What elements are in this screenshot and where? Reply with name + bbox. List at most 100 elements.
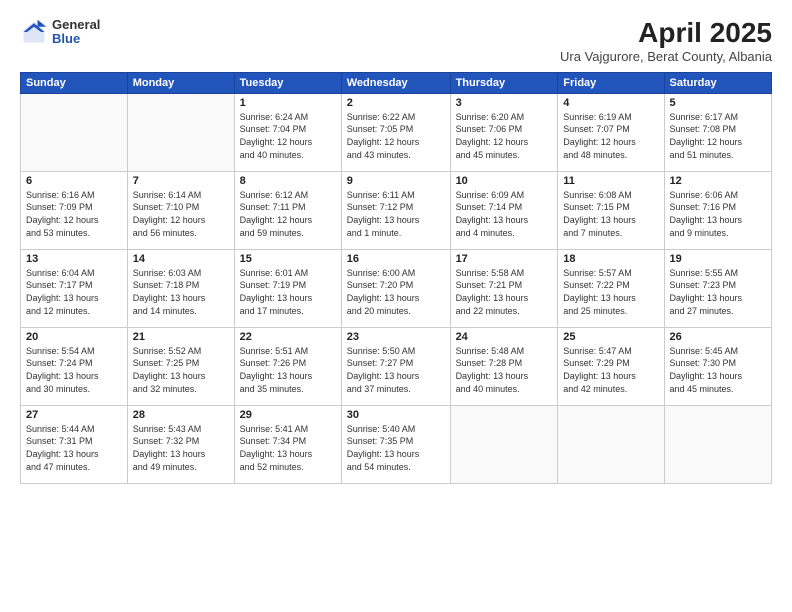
calendar-week-4: 20 Sunrise: 5:54 AM Sunset: 7:24 PM Dayli… bbox=[21, 327, 772, 405]
calendar-cell bbox=[127, 93, 234, 171]
day-number: 7 bbox=[133, 175, 229, 187]
day-info: Sunrise: 5:58 AM Sunset: 7:21 PM Dayligh… bbox=[456, 267, 553, 317]
calendar-cell: 8 Sunrise: 6:12 AM Sunset: 7:11 PM Daylig… bbox=[234, 171, 341, 249]
day-info: Sunrise: 6:11 AM Sunset: 7:12 PM Dayligh… bbox=[347, 189, 445, 239]
day-number: 25 bbox=[563, 331, 658, 343]
day-info: Sunrise: 5:47 AM Sunset: 7:29 PM Dayligh… bbox=[563, 345, 658, 395]
day-number: 24 bbox=[456, 331, 553, 343]
logo-text: General Blue bbox=[52, 18, 100, 47]
logo-blue: Blue bbox=[52, 32, 100, 46]
day-number: 22 bbox=[240, 331, 336, 343]
day-info: Sunrise: 5:41 AM Sunset: 7:34 PM Dayligh… bbox=[240, 423, 336, 473]
day-number: 3 bbox=[456, 97, 553, 109]
calendar-cell: 14Sunrise: 6:03 AM Sunset: 7:18 PM Dayli… bbox=[127, 249, 234, 327]
calendar-cell: 1 Sunrise: 6:24 AM Sunset: 7:04 PM Daylig… bbox=[234, 93, 341, 171]
calendar-cell: 30 Sunrise: 5:40 AM Sunset: 7:35 PM Dayli… bbox=[341, 405, 450, 483]
day-number: 16 bbox=[347, 253, 445, 265]
day-number: 11 bbox=[563, 175, 658, 187]
calendar-cell: 19 Sunrise: 5:55 AM Sunset: 7:23 PM Dayli… bbox=[664, 249, 772, 327]
day-number: 19 bbox=[670, 253, 767, 265]
day-info: Sunrise: 5:51 AM Sunset: 7:26 PM Dayligh… bbox=[240, 345, 336, 395]
calendar-cell: 21 Sunrise: 5:52 AM Sunset: 7:25 PM Dayli… bbox=[127, 327, 234, 405]
day-number: 6 bbox=[26, 175, 122, 187]
calendar-cell: 20 Sunrise: 5:54 AM Sunset: 7:24 PM Dayli… bbox=[21, 327, 128, 405]
day-number: 9 bbox=[347, 175, 445, 187]
day-number: 30 bbox=[347, 409, 445, 421]
calendar-cell: 10 Sunrise: 6:09 AM Sunset: 7:14 PM Dayli… bbox=[450, 171, 558, 249]
location-title: Ura Vajgurore, Berat County, Albania bbox=[560, 49, 772, 64]
calendar-cell: 16Sunrise: 6:00 AM Sunset: 7:20 PM Dayli… bbox=[341, 249, 450, 327]
calendar-cell bbox=[450, 405, 558, 483]
calendar-cell: 17 Sunrise: 5:58 AM Sunset: 7:21 PM Dayli… bbox=[450, 249, 558, 327]
day-info: Sunrise: 6:09 AM Sunset: 7:14 PM Dayligh… bbox=[456, 189, 553, 239]
calendar-cell: 4Sunrise: 6:19 AM Sunset: 7:07 PM Daylig… bbox=[558, 93, 664, 171]
calendar-cell: 15 Sunrise: 6:01 AM Sunset: 7:19 PM Dayli… bbox=[234, 249, 341, 327]
col-sunday: Sunday bbox=[21, 72, 128, 93]
day-info: Sunrise: 6:17 AM Sunset: 7:08 PM Dayligh… bbox=[670, 111, 767, 161]
day-number: 15 bbox=[240, 253, 336, 265]
day-info: Sunrise: 5:52 AM Sunset: 7:25 PM Dayligh… bbox=[133, 345, 229, 395]
day-number: 20 bbox=[26, 331, 122, 343]
calendar-cell: 12Sunrise: 6:06 AM Sunset: 7:16 PM Dayli… bbox=[664, 171, 772, 249]
col-thursday: Thursday bbox=[450, 72, 558, 93]
calendar-cell: 27Sunrise: 5:44 AM Sunset: 7:31 PM Dayli… bbox=[21, 405, 128, 483]
day-info: Sunrise: 6:24 AM Sunset: 7:04 PM Dayligh… bbox=[240, 111, 336, 161]
day-info: Sunrise: 6:01 AM Sunset: 7:19 PM Dayligh… bbox=[240, 267, 336, 317]
day-info: Sunrise: 6:06 AM Sunset: 7:16 PM Dayligh… bbox=[670, 189, 767, 239]
calendar-cell: 7 Sunrise: 6:14 AM Sunset: 7:10 PM Daylig… bbox=[127, 171, 234, 249]
day-number: 29 bbox=[240, 409, 336, 421]
calendar-cell: 5Sunrise: 6:17 AM Sunset: 7:08 PM Daylig… bbox=[664, 93, 772, 171]
day-info: Sunrise: 6:16 AM Sunset: 7:09 PM Dayligh… bbox=[26, 189, 122, 239]
day-number: 21 bbox=[133, 331, 229, 343]
day-info: Sunrise: 6:14 AM Sunset: 7:10 PM Dayligh… bbox=[133, 189, 229, 239]
calendar-week-5: 27Sunrise: 5:44 AM Sunset: 7:31 PM Dayli… bbox=[21, 405, 772, 483]
day-number: 17 bbox=[456, 253, 553, 265]
day-number: 2 bbox=[347, 97, 445, 109]
calendar-table: Sunday Monday Tuesday Wednesday Thursday… bbox=[20, 72, 772, 484]
day-info: Sunrise: 6:20 AM Sunset: 7:06 PM Dayligh… bbox=[456, 111, 553, 161]
calendar-cell: 24 Sunrise: 5:48 AM Sunset: 7:28 PM Dayli… bbox=[450, 327, 558, 405]
day-number: 8 bbox=[240, 175, 336, 187]
day-number: 27 bbox=[26, 409, 122, 421]
day-info: Sunrise: 5:40 AM Sunset: 7:35 PM Dayligh… bbox=[347, 423, 445, 473]
day-number: 26 bbox=[670, 331, 767, 343]
day-number: 10 bbox=[456, 175, 553, 187]
calendar-week-3: 13Sunrise: 6:04 AM Sunset: 7:17 PM Dayli… bbox=[21, 249, 772, 327]
day-number: 14 bbox=[133, 253, 229, 265]
col-friday: Friday bbox=[558, 72, 664, 93]
header-row: Sunday Monday Tuesday Wednesday Thursday… bbox=[21, 72, 772, 93]
day-info: Sunrise: 5:50 AM Sunset: 7:27 PM Dayligh… bbox=[347, 345, 445, 395]
calendar-week-2: 6 Sunrise: 6:16 AM Sunset: 7:09 PM Daylig… bbox=[21, 171, 772, 249]
col-saturday: Saturday bbox=[664, 72, 772, 93]
day-info: Sunrise: 5:55 AM Sunset: 7:23 PM Dayligh… bbox=[670, 267, 767, 317]
calendar-cell: 26 Sunrise: 5:45 AM Sunset: 7:30 PM Dayli… bbox=[664, 327, 772, 405]
calendar-cell: 25 Sunrise: 5:47 AM Sunset: 7:29 PM Dayli… bbox=[558, 327, 664, 405]
calendar-cell: 23 Sunrise: 5:50 AM Sunset: 7:27 PM Dayli… bbox=[341, 327, 450, 405]
calendar-cell: 13Sunrise: 6:04 AM Sunset: 7:17 PM Dayli… bbox=[21, 249, 128, 327]
title-block: April 2025 Ura Vajgurore, Berat County, … bbox=[560, 18, 772, 64]
day-info: Sunrise: 6:12 AM Sunset: 7:11 PM Dayligh… bbox=[240, 189, 336, 239]
day-info: Sunrise: 5:43 AM Sunset: 7:32 PM Dayligh… bbox=[133, 423, 229, 473]
calendar-cell: 22 Sunrise: 5:51 AM Sunset: 7:26 PM Dayli… bbox=[234, 327, 341, 405]
day-info: Sunrise: 5:45 AM Sunset: 7:30 PM Dayligh… bbox=[670, 345, 767, 395]
day-number: 1 bbox=[240, 97, 336, 109]
calendar-cell bbox=[21, 93, 128, 171]
calendar-cell: 18 Sunrise: 5:57 AM Sunset: 7:22 PM Dayli… bbox=[558, 249, 664, 327]
day-info: Sunrise: 5:48 AM Sunset: 7:28 PM Dayligh… bbox=[456, 345, 553, 395]
calendar-cell: 29 Sunrise: 5:41 AM Sunset: 7:34 PM Dayli… bbox=[234, 405, 341, 483]
day-info: Sunrise: 6:22 AM Sunset: 7:05 PM Dayligh… bbox=[347, 111, 445, 161]
day-info: Sunrise: 6:08 AM Sunset: 7:15 PM Dayligh… bbox=[563, 189, 658, 239]
col-tuesday: Tuesday bbox=[234, 72, 341, 93]
calendar-week-1: 1 Sunrise: 6:24 AM Sunset: 7:04 PM Daylig… bbox=[21, 93, 772, 171]
day-number: 18 bbox=[563, 253, 658, 265]
day-number: 13 bbox=[26, 253, 122, 265]
calendar-cell: 3 Sunrise: 6:20 AM Sunset: 7:06 PM Daylig… bbox=[450, 93, 558, 171]
day-info: Sunrise: 6:19 AM Sunset: 7:07 PM Dayligh… bbox=[563, 111, 658, 161]
day-number: 23 bbox=[347, 331, 445, 343]
day-info: Sunrise: 5:57 AM Sunset: 7:22 PM Dayligh… bbox=[563, 267, 658, 317]
day-info: Sunrise: 5:54 AM Sunset: 7:24 PM Dayligh… bbox=[26, 345, 122, 395]
col-monday: Monday bbox=[127, 72, 234, 93]
calendar-cell: 11 Sunrise: 6:08 AM Sunset: 7:15 PM Dayli… bbox=[558, 171, 664, 249]
header: General Blue April 2025 Ura Vajgurore, B… bbox=[20, 18, 772, 64]
calendar-cell: 28Sunrise: 5:43 AM Sunset: 7:32 PM Dayli… bbox=[127, 405, 234, 483]
